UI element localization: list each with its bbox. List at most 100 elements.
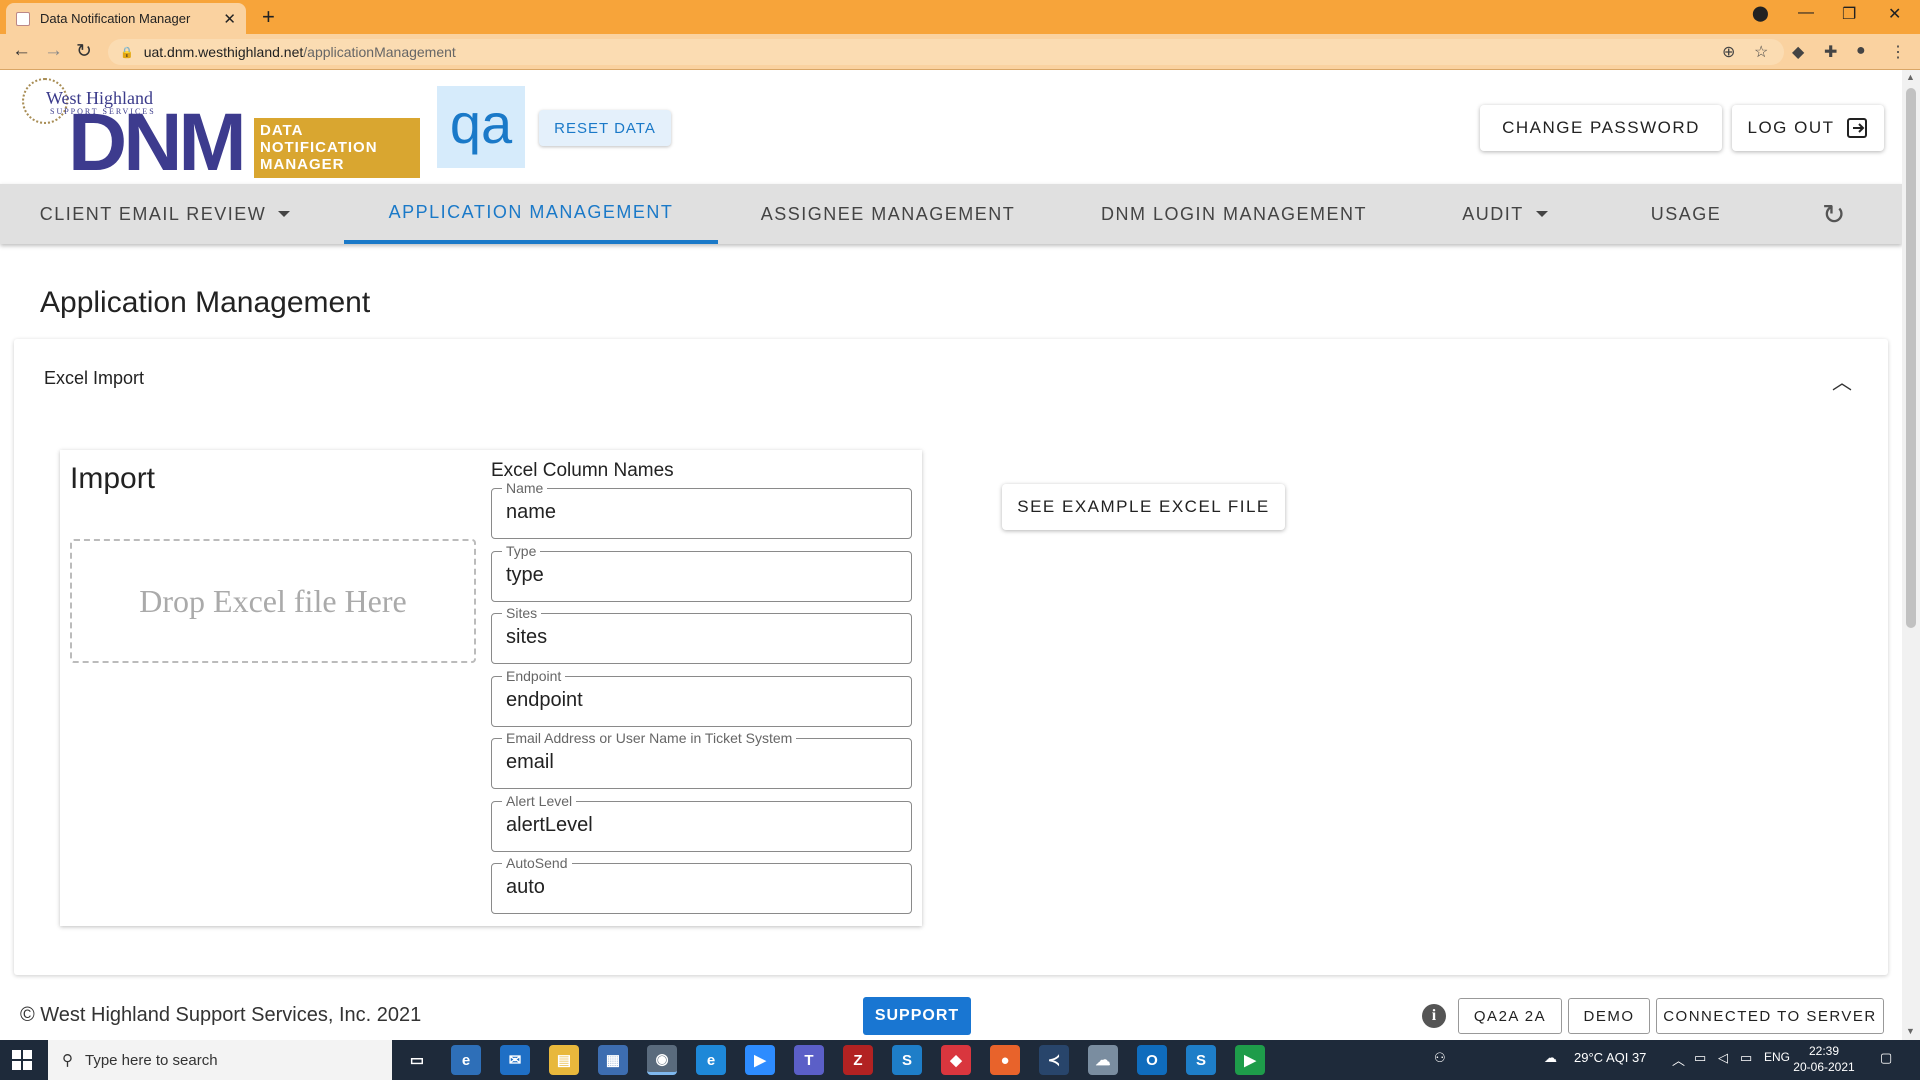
tab-usage[interactable]: USAGE	[1640, 184, 1732, 244]
forward-icon[interactable]: →	[44, 40, 63, 62]
excel-import-header[interactable]: Excel Import	[44, 368, 144, 389]
outlook-icon[interactable]: O	[1137, 1045, 1167, 1075]
tab-dnm-login-management[interactable]: DNM LOGIN MANAGEMENT	[1096, 184, 1372, 244]
endpoint-column-field[interactable]: Endpoint	[491, 668, 912, 727]
weather-icon[interactable]: ☁	[1544, 1050, 1557, 1066]
tab-usage-label: USAGE	[1650, 203, 1722, 224]
file-explorer-icon[interactable]: ▤	[549, 1045, 579, 1075]
zoom-app-icon[interactable]: ▶	[745, 1045, 775, 1075]
url-field[interactable]: 🔒 uat.dnm.westhighland.net/applicationMa…	[108, 39, 1784, 65]
edge-icon[interactable]: e	[451, 1045, 481, 1075]
volume-icon[interactable]: ◁	[1718, 1050, 1728, 1066]
email-column-input[interactable]	[506, 751, 896, 774]
change-password-button[interactable]: CHANGE PASSWORD	[1480, 105, 1722, 151]
type-column-label: Type	[502, 543, 541, 559]
page-favicon-icon	[16, 11, 30, 26]
lock-icon: 🔒	[120, 46, 134, 59]
dropdown-caret-icon	[1535, 211, 1548, 217]
email-column-field[interactable]: Email Address or User Name in Ticket Sys…	[491, 730, 912, 789]
profile-avatar-icon[interactable]: ●	[1856, 42, 1866, 60]
windows-start-icon[interactable]	[12, 1050, 32, 1070]
restore-window-icon[interactable]: ❐	[1842, 4, 1856, 24]
anydesk-icon[interactable]: ◆	[941, 1045, 971, 1075]
back-icon[interactable]: ←	[12, 40, 31, 62]
sites-column-input[interactable]	[506, 626, 896, 649]
see-example-excel-button[interactable]: SEE EXAMPLE EXCEL FILE	[1002, 484, 1285, 530]
scrollbar-thumb[interactable]	[1906, 88, 1916, 628]
url-path: /applicationManagement	[303, 44, 456, 60]
tab-audit[interactable]: AUDIT	[1450, 184, 1560, 244]
tab-assignee-management[interactable]: ASSIGNEE MANAGEMENT	[758, 184, 1018, 244]
taskbar-clock[interactable]: 22:39 20-06-2021	[1790, 1043, 1858, 1075]
environment-badge: qa	[437, 86, 525, 168]
logo-product-name: DATA NOTIFICATION MANAGER	[254, 118, 420, 178]
type-column-field[interactable]: Type	[491, 543, 912, 602]
alert-level-column-input[interactable]	[506, 814, 896, 837]
scroll-up-icon[interactable]: ▲	[1906, 72, 1915, 82]
tab-application-management-label: APPLICATION MANAGEMENT	[388, 201, 674, 222]
firefox-icon[interactable]: ●	[990, 1045, 1020, 1075]
autosend-column-field[interactable]: AutoSend	[491, 855, 912, 914]
logout-button[interactable]: LOG OUT	[1732, 105, 1884, 151]
logout-label: LOG OUT	[1747, 118, 1835, 137]
chrome-menu-icon[interactable]: ⋮	[1890, 42, 1906, 62]
copyright-text: © West Highland Support Services, Inc. 2…	[20, 1004, 422, 1026]
name-column-input[interactable]	[506, 501, 896, 524]
support-button[interactable]: SUPPORT	[863, 997, 971, 1035]
notifications-icon[interactable]: ▢	[1880, 1050, 1892, 1066]
people-icon[interactable]: ⚇	[1434, 1050, 1446, 1066]
minimize-window-icon[interactable]: —	[1798, 4, 1814, 22]
zoom-icon[interactable]: ⊕	[1722, 42, 1735, 62]
green-app-icon[interactable]: ▶	[1235, 1045, 1265, 1075]
s-app-icon[interactable]: S	[892, 1045, 922, 1075]
taskbar-search-field[interactable]: ⚲ Type here to search	[48, 1040, 392, 1080]
close-window-icon[interactable]: ✕	[1888, 4, 1901, 24]
search-icon: ⚲	[62, 1052, 73, 1069]
new-tab-icon[interactable]: +	[262, 4, 275, 30]
browser-address-bar: ← → ↻ 🔒 uat.dnm.westhighland.net/applica…	[0, 34, 1920, 70]
tab-client-email-review-label: CLIENT EMAIL REVIEW	[39, 203, 267, 224]
import-title: Import	[70, 462, 156, 495]
autosend-column-input[interactable]	[506, 876, 896, 899]
browser-tab[interactable]: Data Notification Manager ✕	[6, 3, 246, 34]
vscode-icon[interactable]: ≺	[1039, 1045, 1069, 1075]
close-tab-icon[interactable]: ✕	[223, 10, 236, 28]
reload-icon[interactable]: ↻	[76, 40, 92, 63]
extension-icon[interactable]: ◆	[1792, 42, 1804, 62]
teams-icon[interactable]: T	[794, 1045, 824, 1075]
name-column-field[interactable]: Name	[491, 480, 912, 539]
type-column-input[interactable]	[506, 564, 896, 587]
bookmark-star-icon[interactable]: ☆	[1754, 42, 1768, 62]
tab-client-email-review[interactable]: CLIENT EMAIL REVIEW	[34, 184, 296, 244]
info-icon[interactable]: i	[1422, 1004, 1446, 1028]
sites-column-field[interactable]: Sites	[491, 605, 912, 664]
store-icon[interactable]: ▦	[598, 1045, 628, 1075]
clock-date: 20-06-2021	[1793, 1060, 1855, 1074]
tab-assignee-management-label: ASSIGNEE MANAGEMENT	[760, 203, 1016, 224]
profile-menu-icon[interactable]: ⬤	[1752, 4, 1769, 22]
logout-icon	[1846, 118, 1867, 138]
chrome-icon[interactable]: ◉	[647, 1045, 677, 1075]
filezilla-icon[interactable]: Z	[843, 1045, 873, 1075]
internet-explorer-icon[interactable]: e	[696, 1045, 726, 1075]
alert-level-column-field[interactable]: Alert Level	[491, 793, 912, 852]
chevron-up-icon[interactable]: ︿	[1832, 366, 1852, 395]
cloud-app-icon[interactable]: ☁	[1088, 1045, 1118, 1075]
puzzle-extensions-icon[interactable]: ✚	[1824, 42, 1837, 62]
tray-overflow-icon[interactable]: ︿	[1672, 1050, 1685, 1069]
refresh-icon[interactable]: ↻	[1822, 198, 1845, 231]
skype-icon[interactable]: S	[1186, 1045, 1216, 1075]
mail-icon[interactable]: ✉	[500, 1045, 530, 1075]
scroll-down-icon[interactable]: ▼	[1906, 1026, 1915, 1036]
excel-dropzone[interactable]: Drop Excel file Here	[70, 539, 476, 663]
tab-audit-label: AUDIT	[1462, 203, 1524, 224]
tab-dnm-login-management-label: DNM LOGIN MANAGEMENT	[1100, 203, 1367, 224]
display-icon[interactable]: ▭	[1740, 1050, 1752, 1066]
email-column-label: Email Address or User Name in Ticket Sys…	[502, 730, 797, 746]
endpoint-column-input[interactable]	[506, 689, 896, 712]
reset-data-button[interactable]: RESET DATA	[539, 110, 671, 146]
language-indicator[interactable]: ENG	[1764, 1050, 1790, 1064]
tab-application-management[interactable]: APPLICATION MANAGEMENT	[344, 184, 718, 244]
network-icon[interactable]: ▭	[1694, 1050, 1706, 1066]
task-view-icon[interactable]: ▭	[402, 1045, 432, 1075]
